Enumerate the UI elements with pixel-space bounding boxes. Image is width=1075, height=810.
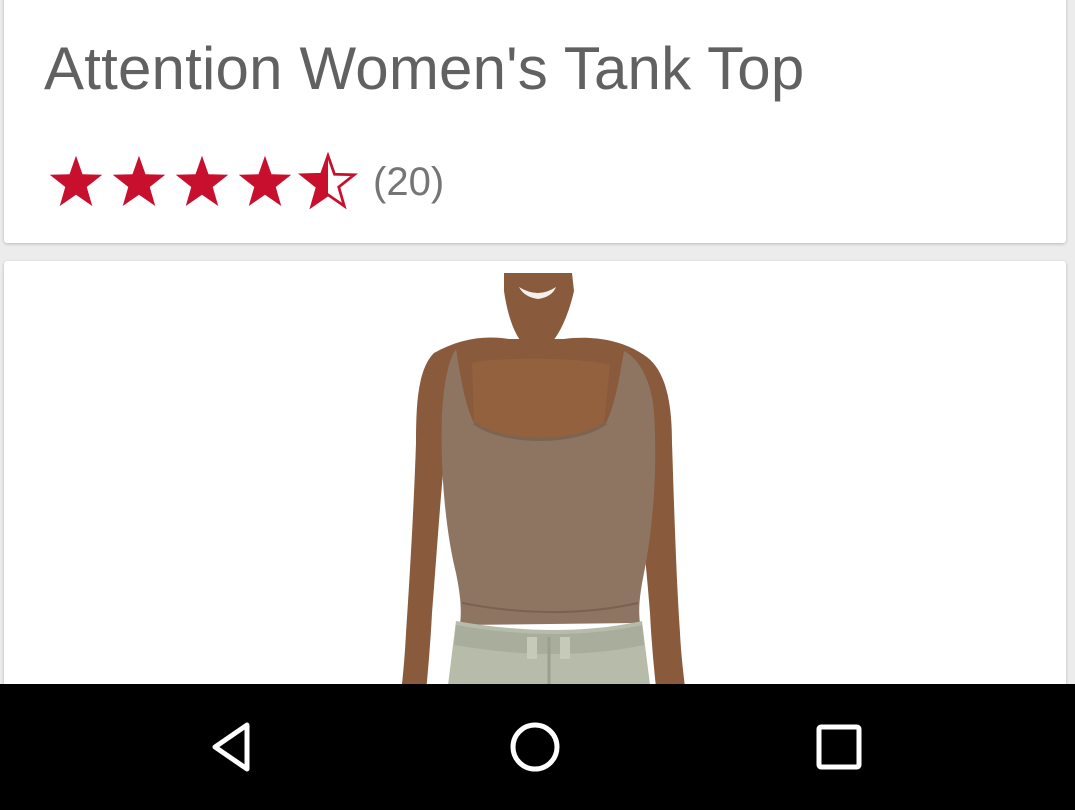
back-button[interactable] (200, 714, 266, 780)
star-icon-half (298, 152, 358, 210)
product-image-card[interactable] (4, 261, 1066, 721)
product-image[interactable] (4, 273, 1066, 721)
star-icon-full (238, 155, 292, 206)
product-header-card: Attention Women's Tank Top (20) (4, 0, 1066, 243)
star-icon-full (49, 155, 103, 206)
star-icon-full (175, 155, 229, 206)
review-count: (20) (373, 159, 445, 204)
product-title: Attention Women's Tank Top (44, 35, 805, 102)
home-button[interactable] (502, 714, 568, 780)
rating-summary[interactable]: (20) (46, 149, 444, 215)
recents-button[interactable] (806, 714, 872, 780)
home-icon (510, 722, 560, 772)
recents-icon (816, 724, 862, 770)
star-icon-full (112, 155, 166, 206)
back-icon (212, 722, 250, 772)
android-navigation-bar (0, 684, 1075, 810)
star-rating (46, 152, 361, 212)
